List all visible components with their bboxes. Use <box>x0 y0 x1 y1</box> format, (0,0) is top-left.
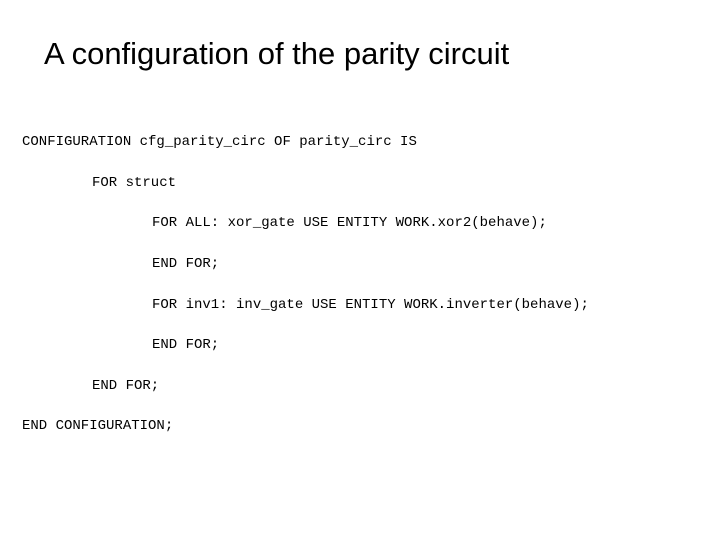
slide-title: A configuration of the parity circuit <box>0 0 720 72</box>
code-line: END FOR; <box>22 254 720 274</box>
code-line: END FOR; <box>22 335 720 355</box>
code-line: FOR ALL: xor_gate USE ENTITY WORK.xor2(b… <box>22 213 720 233</box>
code-line: FOR struct <box>22 173 720 193</box>
code-line: END CONFIGURATION; <box>22 416 720 436</box>
code-block: CONFIGURATION cfg_parity_circ OF parity_… <box>0 72 720 457</box>
code-line: END FOR; <box>22 376 720 396</box>
code-line: CONFIGURATION cfg_parity_circ OF parity_… <box>22 132 720 152</box>
code-line: FOR inv1: inv_gate USE ENTITY WORK.inver… <box>22 295 720 315</box>
